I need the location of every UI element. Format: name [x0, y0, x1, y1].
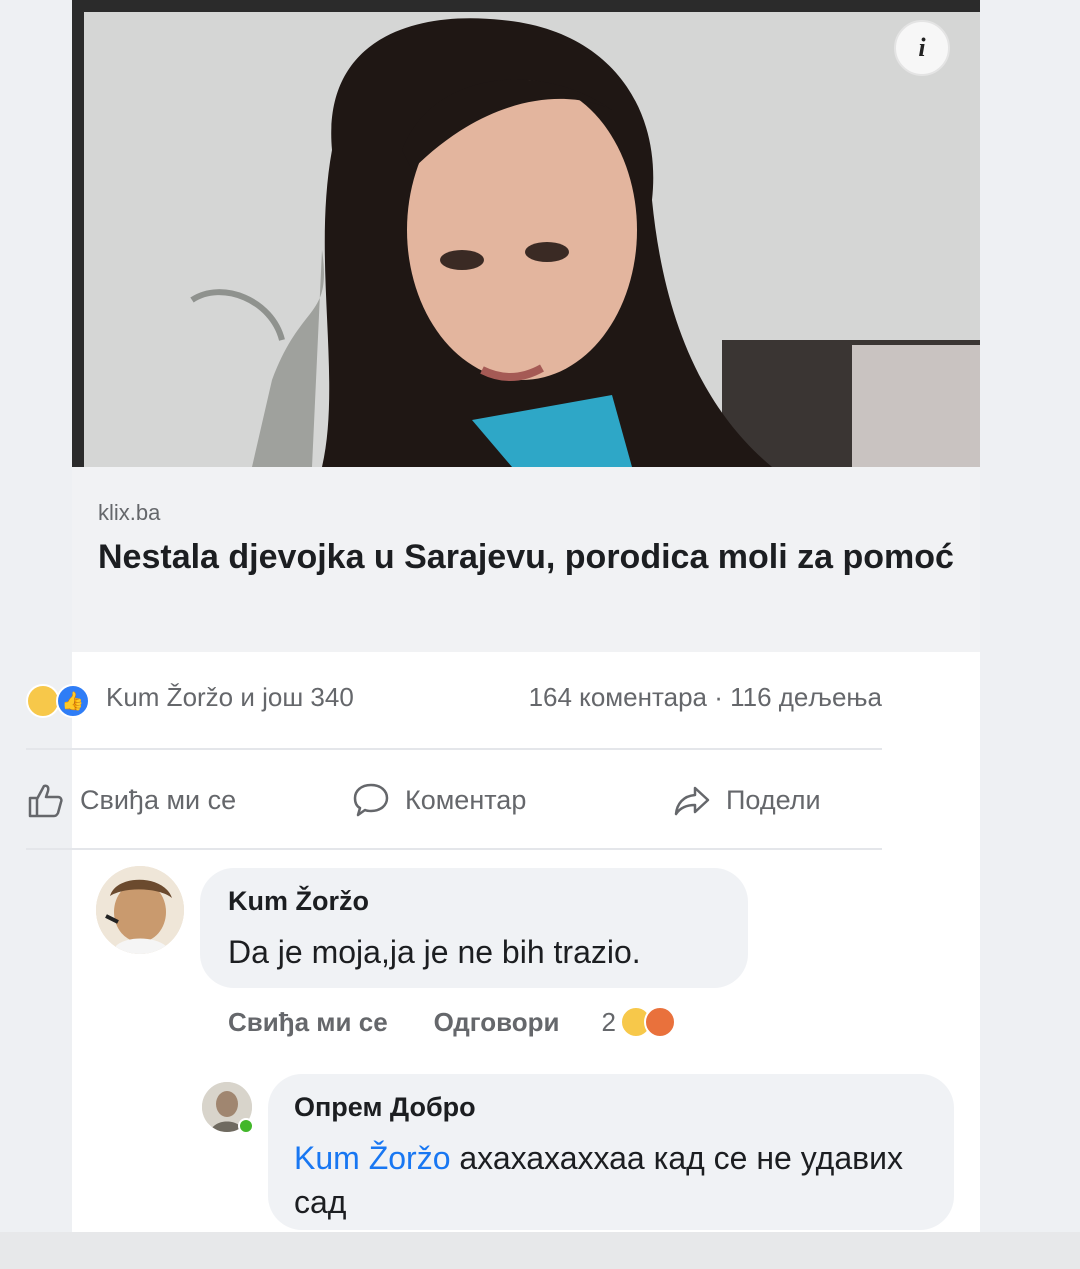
post-card: i klix.ba Nestala djevojka u Sarajevu, p… [72, 0, 980, 1240]
comment-icon [353, 783, 389, 817]
comment-button[interactable]: Коментар [351, 780, 526, 820]
comment-like-button[interactable]: Свиђа ми се [228, 1007, 388, 1038]
reply-text: Kum Žoržo ахахахаххаа кад се не удавих с… [294, 1136, 934, 1224]
comment-reaction-count[interactable]: 2 [602, 1007, 616, 1038]
share-icon [674, 786, 710, 816]
bottom-fade [0, 1232, 1080, 1269]
avatar[interactable] [96, 866, 184, 954]
post-actions: Свиђа ми се Коментар Подели [26, 776, 882, 830]
reply-author[interactable]: Опрем Добро [294, 1092, 476, 1123]
share-button[interactable]: Подели [672, 780, 821, 820]
share-label: Подели [726, 784, 821, 815]
avatar-image [96, 866, 184, 954]
angry-reaction-icon [643, 1006, 676, 1038]
reaction-icons[interactable]: 👍 [26, 684, 100, 720]
link-headline[interactable]: Nestala djevojka u Sarajevu, porodica mo… [98, 533, 958, 581]
link-preview[interactable]: klix.ba Nestala djevojka u Sarajevu, por… [72, 467, 980, 652]
comment-meta: Свиђа ми се Одговори 2 [228, 1006, 676, 1038]
comment-reply-button[interactable]: Одговори [434, 1007, 560, 1038]
link-domain: klix.ba [98, 500, 161, 525]
like-label: Свиђа ми се [80, 784, 237, 815]
sad-reaction-icon [26, 684, 60, 718]
comments-shares-count[interactable]: 164 коментара · 116 дељења [529, 682, 882, 713]
portrait-image [72, 0, 980, 467]
online-status-icon [238, 1118, 254, 1134]
thumbs-up-icon [28, 784, 63, 818]
post-photo[interactable]: i [72, 0, 980, 467]
comment-bubble[interactable]: Kum Žoržo Da je moja,ja je ne bih trazio… [200, 868, 748, 988]
stats-divider [26, 748, 882, 750]
like-reaction-icon: 👍 [56, 684, 90, 718]
post-stats: 👍 Kum Žoržo и још 340 164 коментара · 11… [26, 680, 882, 722]
comment-label: Коментар [405, 784, 527, 815]
reply-bubble[interactable]: Опрем Добро Kum Žoržo ахахахаххаа кад се… [268, 1074, 954, 1230]
comment-text: Da je moja,ja je ne bih trazio. [228, 934, 641, 970]
info-icon[interactable]: i [894, 20, 950, 76]
reactions-summary[interactable]: Kum Žoržo и још 340 [106, 682, 354, 713]
like-button[interactable]: Свиђа ми се [26, 780, 236, 820]
actions-divider [26, 848, 882, 850]
comment-author[interactable]: Kum Žoržo [228, 886, 369, 917]
reply-mention[interactable]: Kum Žoržo [294, 1140, 450, 1176]
